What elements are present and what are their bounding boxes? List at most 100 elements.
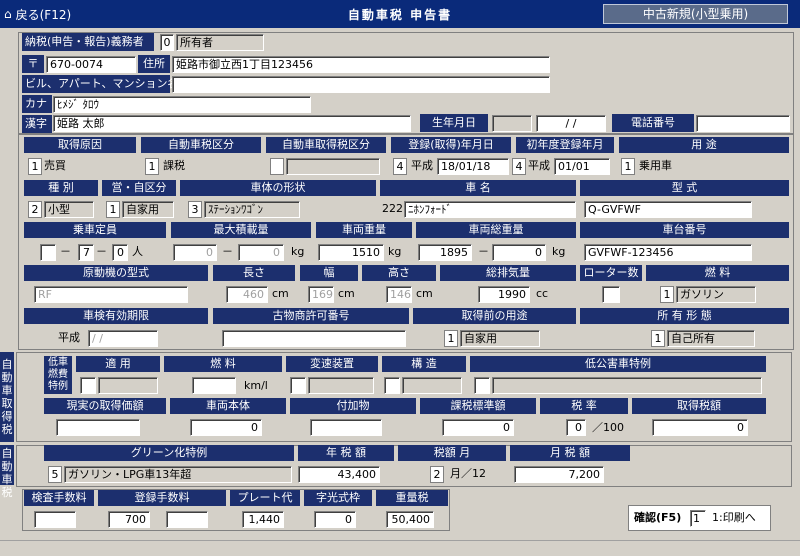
acq-tax-class-header: 自動車取得税区分 — [266, 137, 386, 153]
low-emission-check[interactable] — [474, 377, 490, 394]
engine-field[interactable]: RF — [34, 286, 188, 303]
tax-base-field[interactable]: 0 — [442, 419, 514, 436]
plate-field[interactable]: 1,440 — [242, 511, 284, 528]
inspection-field[interactable]: / / — [88, 330, 158, 347]
weight-field[interactable]: 1510 — [318, 244, 384, 261]
max-load-b-field[interactable]: 0 — [238, 244, 284, 261]
acq-tax-class-code[interactable] — [270, 158, 284, 175]
maker-field[interactable]: ﾆﾎﾝﾌｫｰﾄﾞ — [404, 201, 576, 218]
apply-check[interactable] — [80, 377, 96, 394]
reg-era: 平成 — [411, 159, 433, 172]
antique-header: 古物商許可番号 — [213, 308, 409, 324]
acq-tax-header: 取得税額 — [632, 398, 766, 414]
gross-sep: － — [478, 245, 489, 258]
reg-fee-field[interactable]: 700 — [108, 511, 150, 528]
kind-code[interactable]: 2 — [28, 201, 42, 218]
reg-era-code[interactable]: 4 — [393, 158, 407, 175]
tax-class-code[interactable]: 1 — [145, 158, 159, 175]
capacity-c-field[interactable]: 0 — [112, 244, 128, 261]
low-emission-value — [492, 377, 762, 394]
actual-price-field[interactable] — [56, 419, 140, 436]
chassis-field[interactable]: GVFWF-123456 — [584, 244, 752, 261]
taxpayer-code-field[interactable]: 0 — [160, 34, 174, 51]
gross-weight-header: 車両総重量 — [416, 222, 576, 238]
rate-field[interactable]: 0 — [566, 419, 586, 436]
address-label: 住所 — [138, 55, 170, 73]
monthly-tax-field[interactable]: 7,200 — [514, 466, 604, 483]
annual-tax-field[interactable]: 43,400 — [298, 466, 380, 483]
building-field[interactable] — [172, 76, 550, 93]
gross-b-field[interactable]: 0 — [492, 244, 546, 261]
length-unit: cm — [272, 287, 289, 300]
model-field[interactable]: Q-GVFWF — [584, 201, 752, 218]
first-date-field[interactable]: 01/01 — [554, 158, 610, 175]
capacity-header: 乗車定員 — [24, 222, 166, 238]
rotor-field[interactable] — [602, 286, 620, 303]
kana-field[interactable]: ﾋﾒｼﾞ ﾀﾛｳ — [53, 96, 311, 113]
reg-date-field[interactable]: 18/01/18 — [437, 158, 509, 175]
confirm-label: 確認(F5) — [634, 511, 682, 524]
fuel-code[interactable]: 1 — [660, 286, 674, 303]
acq-tax-field[interactable]: 0 — [652, 419, 748, 436]
monthly-tax-header: 月 税 額 — [510, 445, 630, 461]
weight-unit: kg — [388, 245, 402, 258]
ownership-code[interactable]: 1 — [651, 330, 665, 347]
acq-fuel-field[interactable] — [192, 377, 236, 394]
tax-months-field[interactable]: 2 — [430, 466, 444, 483]
frame-field[interactable]: 0 — [314, 511, 356, 528]
prior-usage-code[interactable]: 1 — [444, 330, 458, 347]
kanji-field[interactable]: 姫路 太郎 — [53, 115, 411, 132]
inspection-era: 平成 — [58, 331, 80, 344]
back-label: 戻る(F12) — [15, 7, 72, 22]
weight-tax-field[interactable]: 50,400 — [386, 511, 434, 528]
biz-value: 自家用 — [122, 201, 174, 218]
kanji-label: 漢字 — [22, 115, 52, 133]
reg-fee2-field[interactable] — [166, 511, 208, 528]
maker-header: 車 名 — [380, 180, 576, 196]
length-field[interactable]: 460 — [226, 286, 268, 303]
low-emission-header: 低公害車特例 — [470, 356, 766, 372]
rate-unit: ／100 — [592, 421, 624, 434]
acq-cause-code[interactable]: 1 — [28, 158, 42, 175]
first-era-code[interactable]: 4 — [512, 158, 526, 175]
weight-tax-header: 重量税 — [376, 490, 448, 506]
width-field[interactable]: 169 — [308, 286, 334, 303]
height-unit: cm — [416, 287, 433, 300]
inspect-fee-field[interactable] — [34, 511, 76, 528]
usage-header: 用 途 — [619, 137, 789, 153]
displacement-field[interactable]: 1990 — [478, 286, 530, 303]
transmission-value — [308, 377, 374, 394]
address-field[interactable]: 姫路市御立西1丁目123456 — [172, 56, 550, 73]
postal-label: 〒 — [22, 55, 44, 73]
transmission-check[interactable] — [290, 377, 306, 394]
vehicle-body-field[interactable]: 0 — [190, 419, 262, 436]
cap-unit: 人 — [132, 245, 143, 258]
antique-field[interactable] — [222, 330, 406, 347]
acq-tax-class-value — [286, 158, 380, 175]
structure-check[interactable] — [384, 377, 400, 394]
birth-field[interactable]: / / — [536, 115, 606, 132]
accessories-field[interactable] — [310, 419, 382, 436]
tax-class-value: 課税 — [163, 159, 185, 172]
usage-code[interactable]: 1 — [621, 158, 635, 175]
capacity-a-field[interactable] — [40, 244, 56, 261]
fuel-value: ガソリン — [676, 286, 756, 303]
height-field[interactable]: 146 — [386, 286, 412, 303]
maker-code: 222 — [382, 202, 403, 215]
capacity-b-field[interactable]: 7 — [78, 244, 94, 261]
car-tax-side-label: 自動車税 — [0, 445, 14, 499]
green-code[interactable]: 5 — [48, 466, 62, 483]
gross-a-field[interactable]: 1895 — [418, 244, 472, 261]
back-button[interactable]: ⌂ 戻る(F12) — [4, 4, 74, 24]
biz-code[interactable]: 1 — [106, 201, 120, 218]
postal-field[interactable]: 670-0074 — [46, 56, 136, 73]
shape-code[interactable]: 3 — [188, 201, 202, 218]
max-load-header: 最大積載量 — [171, 222, 311, 238]
birth-era-field[interactable] — [492, 115, 532, 132]
tax-class-header: 自動車税区分 — [141, 137, 261, 153]
green-header: グリーン化特例 — [44, 445, 294, 461]
confirm-input[interactable]: 1 — [690, 510, 706, 527]
max-load-a-field[interactable]: 0 — [173, 244, 217, 261]
biz-header: 営・自区分 — [102, 180, 176, 196]
phone-field[interactable] — [696, 115, 790, 132]
